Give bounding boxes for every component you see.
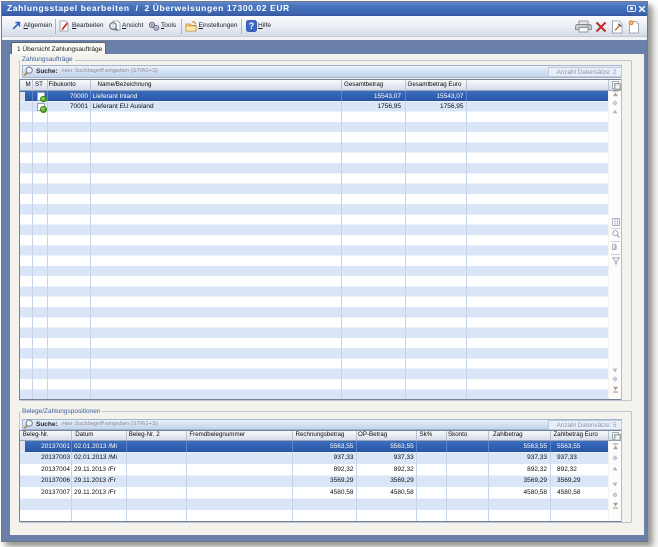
svg-text:?: ? bbox=[248, 21, 254, 31]
svg-text:,0: ,0 bbox=[612, 245, 618, 252]
